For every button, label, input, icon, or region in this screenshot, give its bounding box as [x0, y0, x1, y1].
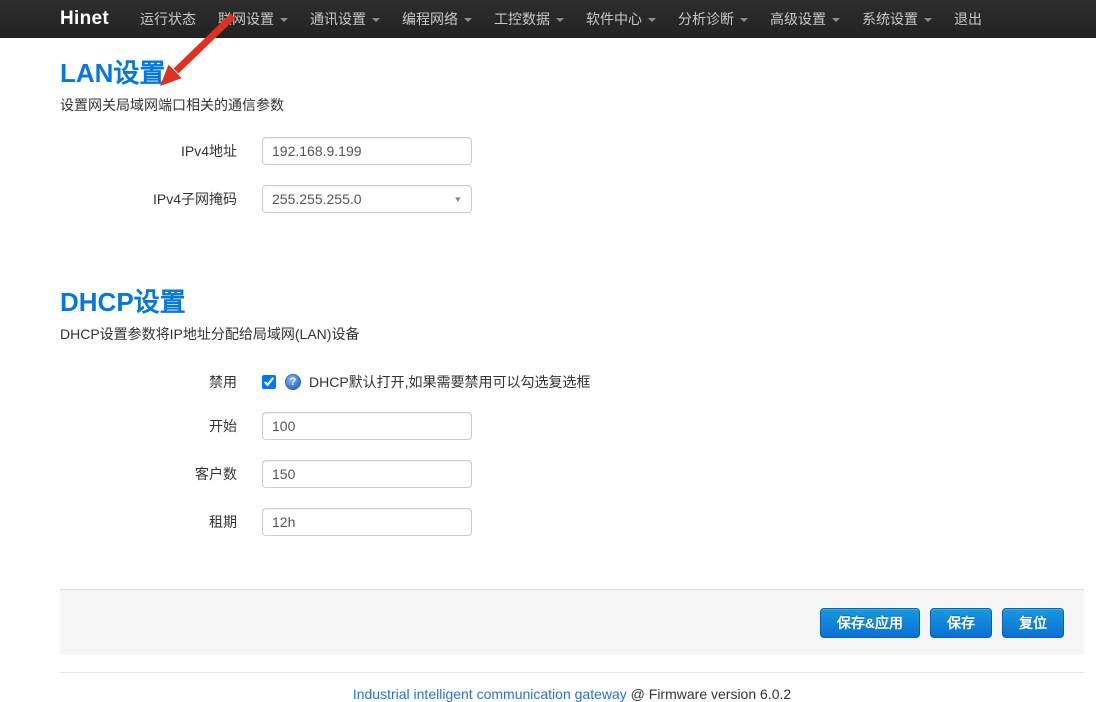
form-row-dhcp-clients: 客户数 [60, 460, 1084, 488]
dhcp-settings-subtitle: DHCP设置参数将IP地址分配给局域网(LAN)设备 [60, 324, 1084, 344]
caret-down-icon [372, 18, 380, 22]
dhcp-settings-title: DHCP设置 [60, 233, 1084, 317]
nav-item-system-settings[interactable]: 系统设置 [851, 0, 943, 38]
caret-down-icon [832, 18, 840, 22]
action-button-bar: 保存&应用 保存 复位 [60, 589, 1084, 655]
reset-button[interactable]: 复位 [1002, 608, 1064, 638]
nav-item-run-status[interactable]: 运行状态 [129, 0, 207, 38]
nav-item-label: 联网设置 [218, 9, 274, 29]
dhcp-lease-label: 租期 [60, 512, 237, 532]
nav-item-label: 分析诊断 [678, 9, 734, 29]
nav-item-label: 高级设置 [770, 9, 826, 29]
lan-settings-subtitle: 设置网关局域网端口相关的通信参数 [60, 95, 1084, 115]
brand-logo[interactable]: Hinet [60, 8, 109, 30]
top-navbar: Hinet 运行状态 联网设置 通讯设置 编程网络 工控数据 软件中心 分析诊断… [0, 0, 1096, 38]
form-row-dhcp-disable: 禁用 ? DHCP默认打开,如果需要禁用可以勾选复选框 [60, 372, 1084, 392]
nav-item-comm-settings[interactable]: 通讯设置 [299, 0, 391, 38]
caret-down-icon [556, 18, 564, 22]
nav-item-software-center[interactable]: 软件中心 [575, 0, 667, 38]
nav-item-label: 系统设置 [862, 9, 918, 29]
dhcp-settings-form: 禁用 ? DHCP默认打开,如果需要禁用可以勾选复选框 开始 客户数 租期 [60, 372, 1084, 536]
caret-down-icon [648, 18, 656, 22]
caret-down-icon [464, 18, 472, 22]
form-row-ipv4-address: IPv4地址 [60, 137, 1084, 165]
ipv4-netmask-label: IPv4子网掩码 [60, 189, 237, 209]
nav-item-label: 编程网络 [402, 9, 458, 29]
ipv4-address-label: IPv4地址 [60, 141, 237, 161]
footer-firmware-text: @ Firmware version 6.0.2 [627, 686, 791, 702]
nav-item-analysis-diagnosis[interactable]: 分析诊断 [667, 0, 759, 38]
nav-item-programming-network[interactable]: 编程网络 [391, 0, 483, 38]
dhcp-start-label: 开始 [60, 416, 237, 436]
footer-gateway-link[interactable]: Industrial intelligent communication gat… [353, 686, 627, 702]
dhcp-clients-input[interactable] [262, 460, 472, 488]
footer-divider [60, 672, 1084, 673]
dhcp-disable-checkbox[interactable] [262, 375, 276, 389]
nav-item-label: 通讯设置 [310, 9, 366, 29]
ipv4-netmask-select[interactable]: 255.255.255.0 ▼ [262, 185, 472, 213]
nav-item-advanced-settings[interactable]: 高级设置 [759, 0, 851, 38]
save-button[interactable]: 保存 [930, 608, 992, 638]
nav-menu: 运行状态 联网设置 通讯设置 编程网络 工控数据 软件中心 分析诊断 高级设置 … [129, 0, 993, 38]
nav-item-logout[interactable]: 退出 [943, 0, 993, 38]
ipv4-netmask-selected-value: 255.255.255.0 [272, 191, 362, 207]
nav-item-label: 工控数据 [494, 9, 550, 29]
ipv4-address-input[interactable] [262, 137, 472, 165]
dhcp-start-input[interactable] [262, 412, 472, 440]
form-row-dhcp-lease: 租期 [60, 508, 1084, 536]
main-content: LAN设置 设置网关局域网端口相关的通信参数 IPv4地址 IPv4子网掩码 2… [60, 38, 1084, 702]
dhcp-clients-label: 客户数 [60, 464, 237, 484]
save-apply-button[interactable]: 保存&应用 [820, 608, 920, 638]
lan-settings-form: IPv4地址 IPv4子网掩码 255.255.255.0 ▼ [60, 137, 1084, 213]
footer: Industrial intelligent communication gat… [60, 686, 1084, 702]
nav-item-label: 运行状态 [140, 9, 196, 29]
form-row-ipv4-netmask: IPv4子网掩码 255.255.255.0 ▼ [60, 185, 1084, 213]
dhcp-disable-hint: DHCP默认打开,如果需要禁用可以勾选复选框 [309, 372, 591, 392]
select-dropdown-arrow-icon: ▼ [453, 195, 462, 204]
nav-item-network-settings[interactable]: 联网设置 [207, 0, 299, 38]
nav-item-label: 退出 [954, 9, 982, 29]
nav-item-label: 软件中心 [586, 9, 642, 29]
dhcp-disable-label: 禁用 [60, 372, 237, 392]
nav-item-industrial-data[interactable]: 工控数据 [483, 0, 575, 38]
caret-down-icon [280, 18, 288, 22]
question-help-icon[interactable]: ? [285, 374, 301, 390]
lan-settings-title: LAN设置 [60, 38, 1084, 88]
caret-down-icon [924, 18, 932, 22]
dhcp-lease-input[interactable] [262, 508, 472, 536]
caret-down-icon [740, 18, 748, 22]
form-row-dhcp-start: 开始 [60, 412, 1084, 440]
